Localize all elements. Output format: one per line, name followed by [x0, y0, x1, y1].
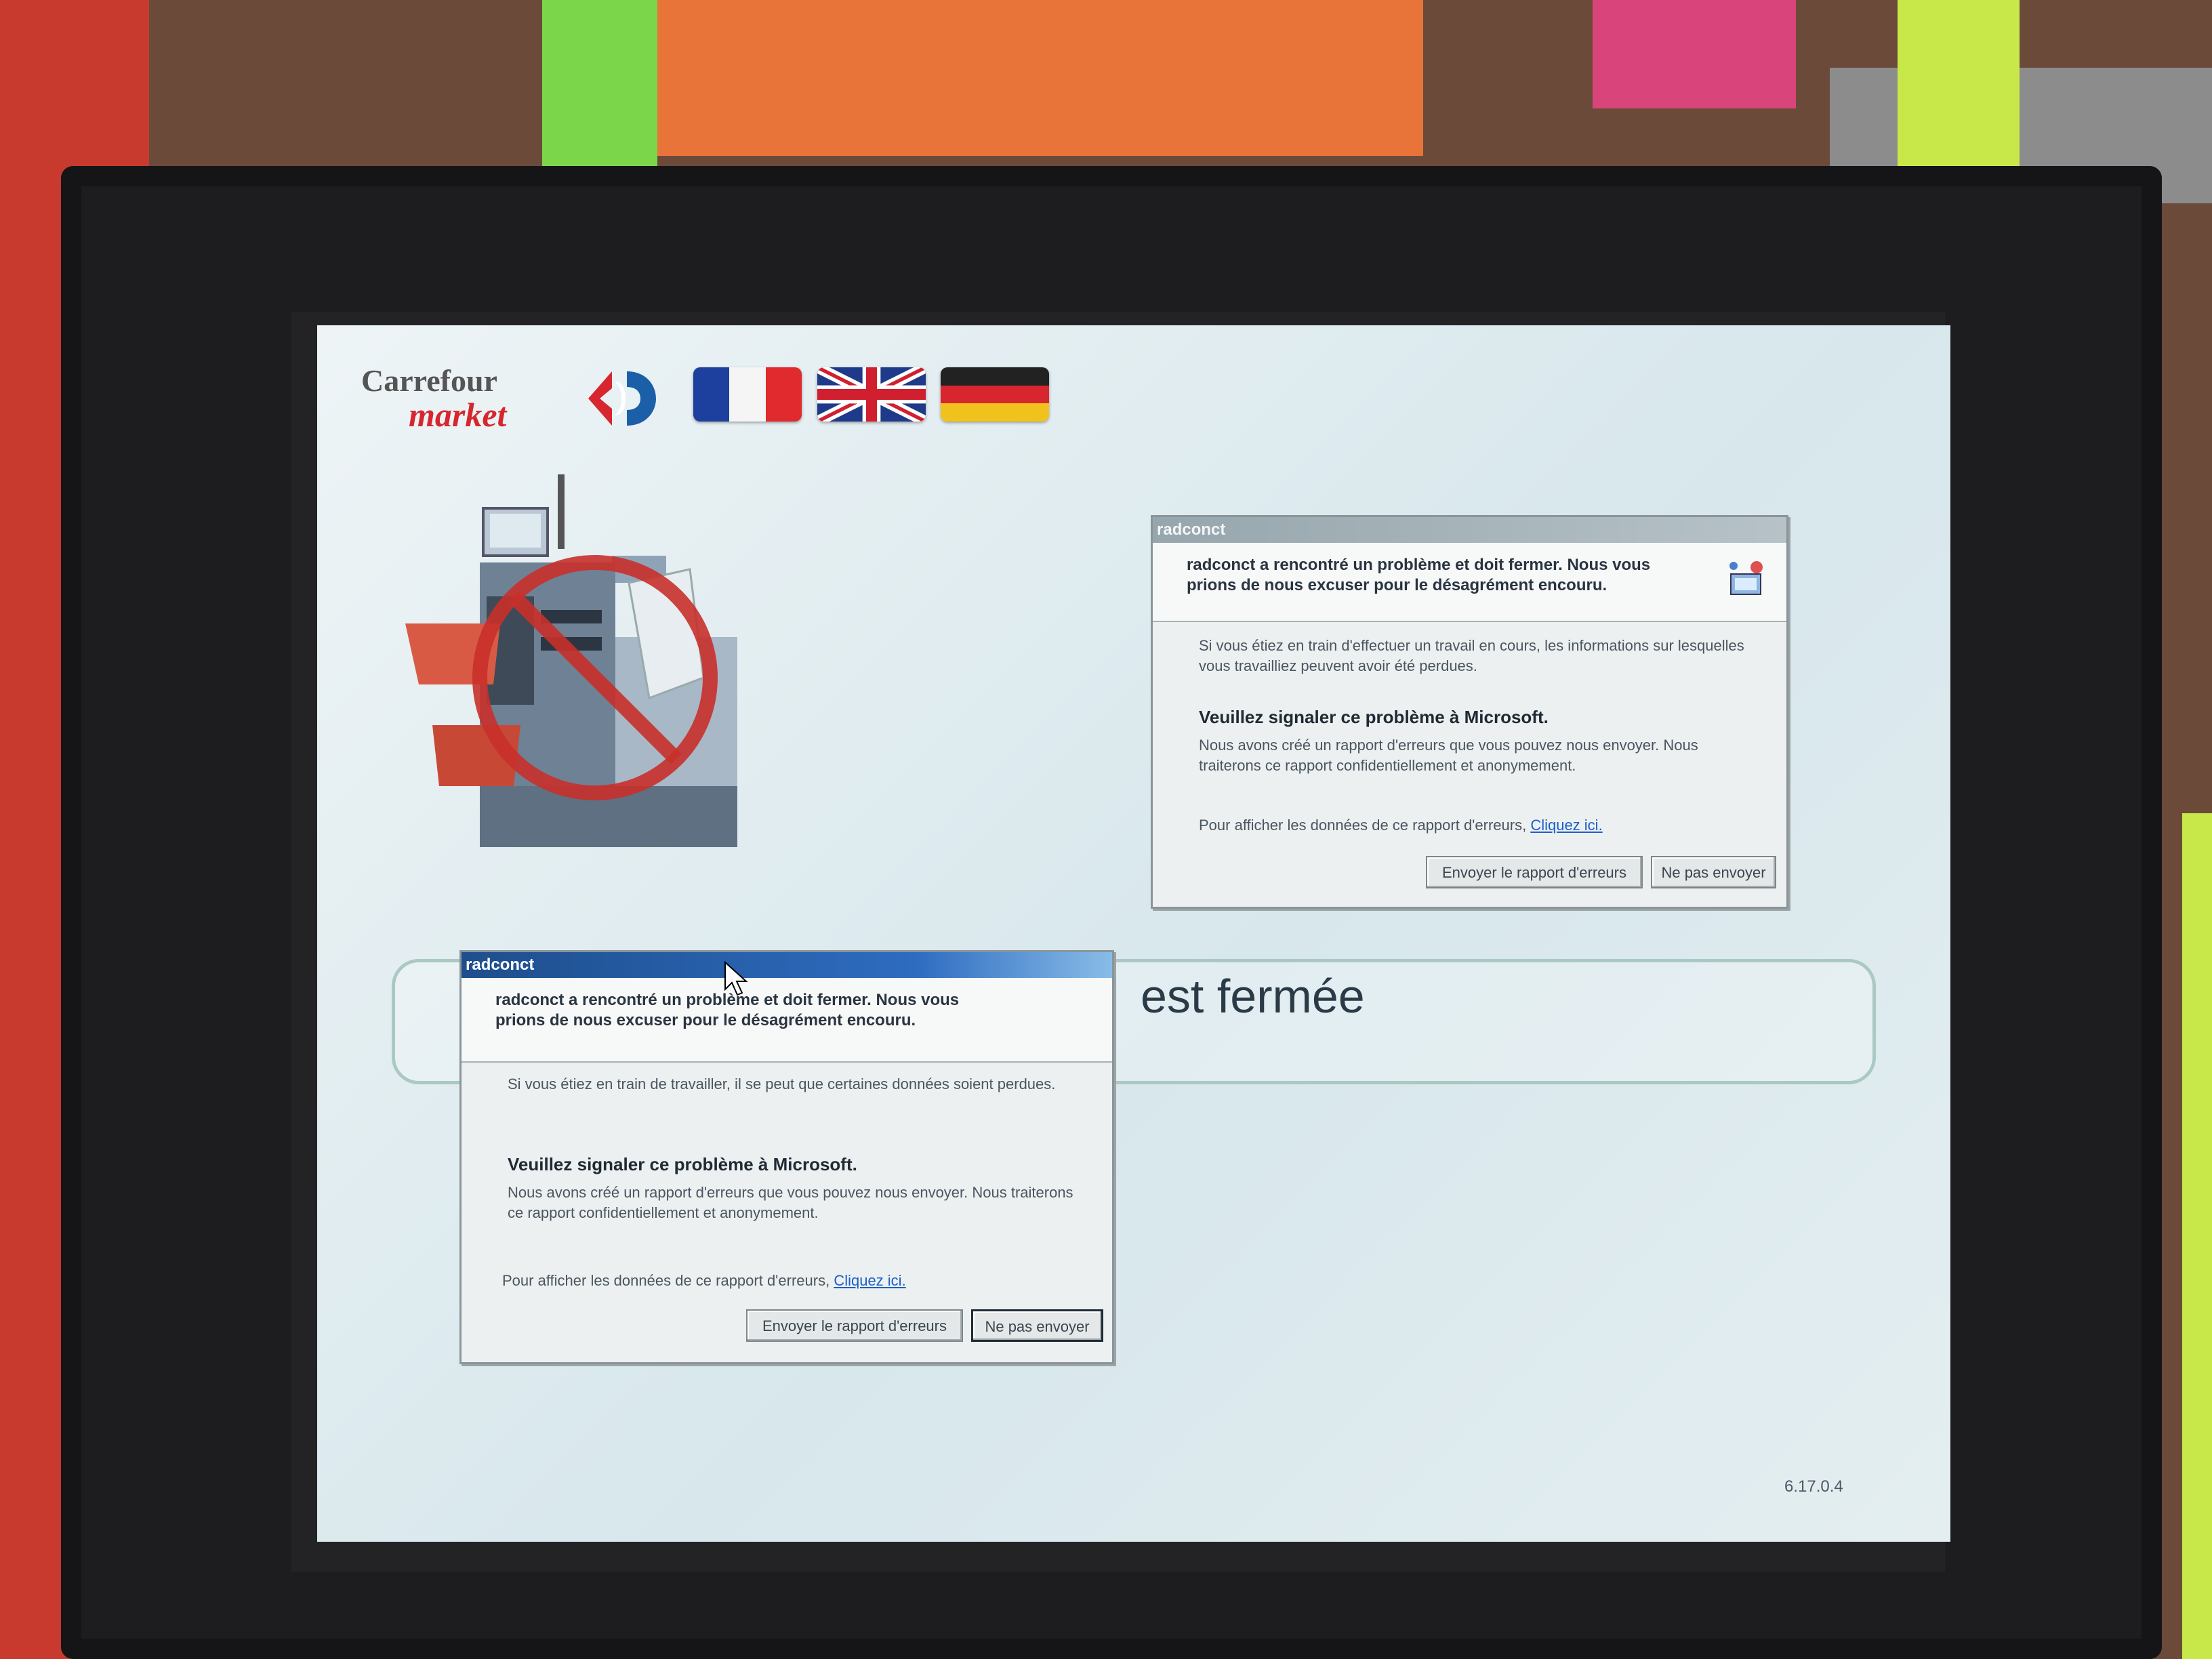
- store-green-pillar: [542, 0, 657, 176]
- mouse-cursor-icon: [724, 961, 748, 996]
- dont-send-button[interactable]: Ne pas envoyer: [971, 1309, 1103, 1342]
- de-flag-icon[interactable]: [941, 367, 1049, 422]
- error-dialog-active: radconct radconct a rencontré un problèm…: [459, 950, 1114, 1364]
- dialog-link-prefix: Pour afficher les données de ce rapport …: [1199, 817, 1527, 834]
- dialog-heading: radconct a rencontré un problème et doit…: [1187, 556, 1651, 594]
- dialog-link-line: Pour afficher les données de ce rapport …: [1199, 815, 1755, 836]
- view-report-link[interactable]: Cliquez ici.: [1530, 817, 1602, 834]
- dialog-report-title: Veuillez signaler ce problème à Microsof…: [1199, 707, 1549, 727]
- dialog-heading: radconct a rencontré un problème et doit…: [495, 991, 960, 1029]
- self-checkout-out-of-service-icon: [405, 474, 737, 847]
- send-report-button[interactable]: Envoyer le rapport d'erreurs: [746, 1309, 963, 1342]
- dialog-titlebar[interactable]: radconct: [462, 952, 1112, 978]
- fr-flag-icon[interactable]: [693, 367, 802, 422]
- store-lime-pole: [1898, 0, 2020, 176]
- version-label: 6.17.0.4: [1784, 1477, 1843, 1496]
- store-pink-sign: [1593, 0, 1796, 108]
- dialog-link-line: Pour afficher les données de ce rapport …: [502, 1271, 1071, 1291]
- store-orange-wall: [610, 0, 1423, 156]
- store-lime-edge: [2182, 813, 2212, 1659]
- dialog-report-text: Nous avons créé un rapport d'erreurs que…: [1199, 737, 1698, 774]
- error-dialog-background: radconct radconct a rencontré un problèm…: [1151, 515, 1788, 909]
- view-report-link[interactable]: Cliquez ici.: [834, 1272, 905, 1289]
- dialog-report-title: Veuillez signaler ce problème à Microsof…: [508, 1154, 857, 1174]
- carrefour-mark-icon: [588, 371, 656, 426]
- dont-send-button[interactable]: Ne pas envoyer: [1651, 856, 1776, 888]
- dialog-header: radconct a rencontré un problème et doit…: [1153, 543, 1786, 622]
- dialog-header: radconct a rencontré un problème et doit…: [462, 978, 1112, 1063]
- dialog-info-text: Si vous étiez en train d'effectuer un tr…: [1199, 637, 1744, 674]
- carrefour-logo: Carrefour market: [361, 363, 659, 437]
- error-report-icon: [1729, 561, 1763, 595]
- dialog-link-prefix: Pour afficher les données de ce rapport …: [502, 1272, 830, 1289]
- kiosk-screen: Carrefour market est fermée 6.17.0.4 rad…: [317, 325, 1950, 1542]
- logo-market-text: market: [409, 396, 507, 434]
- send-report-button[interactable]: Envoyer le rapport d'erreurs: [1426, 856, 1643, 888]
- uk-flag-icon[interactable]: [817, 367, 926, 422]
- logo-brand-text: Carrefour: [361, 363, 497, 398]
- dialog-report-text: Nous avons créé un rapport d'erreurs que…: [508, 1184, 1073, 1221]
- status-text: est fermée: [1141, 970, 1365, 1023]
- dialog-titlebar[interactable]: radconct: [1153, 517, 1786, 543]
- dialog-info-text: Si vous étiez en train de travailler, il…: [508, 1076, 1056, 1092]
